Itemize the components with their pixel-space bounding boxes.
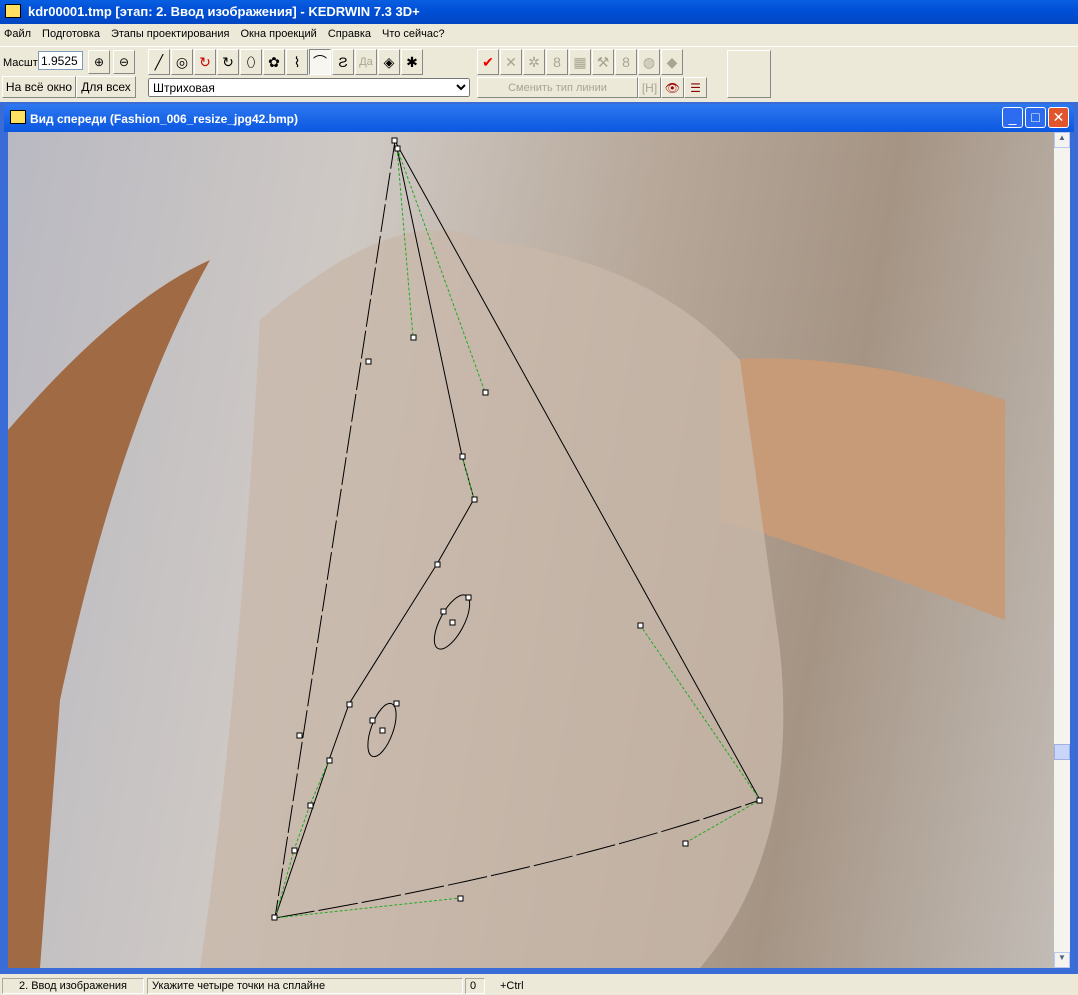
zoom-out-button[interactable]: ⊖ (113, 50, 135, 74)
tool-g[interactable]: ◆ (661, 49, 683, 75)
star-icon: ✱ (406, 53, 418, 70)
zoom-in-icon: ⊕ (93, 55, 105, 69)
visibility-button[interactable]: 👁 (661, 77, 684, 98)
cross-icon: ✕ (505, 53, 517, 70)
bracket-icon: [H] (641, 80, 658, 95)
spline-tool[interactable]: ⌒ (309, 49, 331, 75)
scroll-down-arrow[interactable]: ▼ (1054, 952, 1070, 968)
status-count: 0 (465, 978, 485, 994)
ellipse-icon: ⬯ (246, 53, 256, 70)
spline-overlay (8, 137, 1005, 968)
status-bar: 2. Ввод изображения Укажите четыре точки… (0, 977, 1078, 995)
curve-icon: Ƨ (338, 54, 348, 70)
closed-spline-icon: ✿ (268, 53, 280, 70)
gear-icon: ✲ (528, 53, 540, 70)
menu-help[interactable]: Справка (328, 28, 371, 44)
app-icon (5, 4, 21, 18)
drawing-canvas[interactable] (8, 132, 1054, 968)
change-line-type-button[interactable]: Сменить тип линии (477, 77, 638, 98)
arm-left (8, 260, 210, 968)
status-hint: Укажите четыре точки на сплайне (147, 978, 463, 994)
maximize-button[interactable]: □ (1025, 107, 1046, 128)
point-tool[interactable]: ◈ (378, 49, 400, 75)
tool-a[interactable]: ✲ (523, 49, 545, 75)
menu-design-stages[interactable]: Этапы проектирования (111, 28, 230, 44)
check-icon: ✔ (482, 53, 494, 70)
tool-d[interactable]: ⚒ (592, 49, 614, 75)
app-title: kdr00001.tmp [этап: 2. Ввод изображения]… (28, 4, 420, 19)
fit-window-button[interactable]: На всё окно (2, 76, 76, 98)
knot-icon: 8 (553, 54, 561, 70)
intersect-tool[interactable]: ✱ (401, 49, 423, 75)
line-type-select[interactable]: Штриховая (148, 78, 470, 97)
child-window-icon (10, 110, 26, 124)
curve-tool[interactable]: Ƨ (332, 49, 354, 75)
status-modifier: +Ctrl (500, 980, 524, 992)
app-title-bar: kdr00001.tmp [этап: 2. Ввод изображения]… (0, 0, 1078, 24)
closed-spline-tool[interactable]: ✿ (263, 49, 285, 75)
ring-icon: ◍ (642, 53, 656, 70)
close-button[interactable]: ✕ (1048, 107, 1069, 128)
child-window-title-text: Вид спереди (Fashion_006_resize_jpg42.bm… (30, 112, 298, 126)
line-icon: ╱ (154, 53, 164, 70)
menu-projection-windows[interactable]: Окна проекций (241, 28, 317, 44)
tool-e[interactable]: 8 (615, 49, 637, 75)
menu-file[interactable]: Файл (4, 28, 31, 44)
status-stage: 2. Ввод изображения (2, 978, 144, 994)
circle-icon: ◎ (175, 53, 189, 70)
zoom-out-icon: ⊖ (118, 55, 130, 69)
arc-3pt-icon: ↻ (222, 53, 234, 70)
tool-b[interactable]: 8 (546, 49, 568, 75)
scroll-thumb[interactable] (1054, 744, 1070, 760)
tool-f[interactable]: ◍ (638, 49, 660, 75)
vertical-scrollbar[interactable]: ▲ ▼ (1054, 132, 1070, 968)
hammer-icon: ⚒ (596, 53, 610, 70)
bracket-button[interactable]: [H] (638, 77, 661, 98)
spline-icon: ⌒ (313, 54, 327, 70)
polyline-icon: ⌇ (293, 53, 301, 70)
layers-icon: ☰ (690, 80, 701, 95)
eye-icon: 👁 (664, 80, 681, 95)
blouse (200, 230, 784, 968)
layers-button[interactable]: ☰ (684, 77, 707, 98)
zoom-in-button[interactable]: ⊕ (88, 50, 110, 74)
tool-c[interactable]: ▦ (569, 49, 591, 75)
scale-label: Масшт (3, 57, 38, 69)
scale-input[interactable] (38, 51, 83, 70)
arc3-tool[interactable]: ↻ (217, 49, 239, 75)
tag-icon: ◆ (666, 53, 678, 70)
ellipse-tool[interactable]: ⬯ (240, 49, 262, 75)
menu-prepare[interactable]: Подготовка (42, 28, 100, 44)
diamond-icon: ◈ (383, 53, 395, 70)
da-button[interactable]: Да (355, 49, 377, 75)
for-all-button[interactable]: Для всех (76, 76, 136, 98)
circle-tool[interactable]: ◎ (171, 49, 193, 75)
knot2-icon: 8 (622, 54, 630, 70)
arc-tool[interactable]: ↻ (194, 49, 216, 75)
minimize-button[interactable]: _ (1002, 107, 1023, 128)
menu-whats-now[interactable]: Что сейчас? (382, 28, 445, 44)
confirm-button[interactable]: ✔ (477, 49, 499, 75)
polyline-tool[interactable]: ⌇ (286, 49, 308, 75)
scroll-up-arrow[interactable]: ▲ (1054, 132, 1070, 148)
delete-button[interactable]: ✕ (500, 49, 522, 75)
pattern-icon: ▦ (573, 53, 587, 70)
blank-button[interactable] (727, 50, 771, 98)
menu-bar: Файл Подготовка Этапы проектирования Окн… (0, 24, 1078, 44)
line-tool[interactable]: ╱ (148, 49, 170, 75)
child-window-title: Вид спереди (Fashion_006_resize_jpg42.bm… (4, 104, 1074, 132)
arc-icon: ↻ (199, 53, 211, 70)
